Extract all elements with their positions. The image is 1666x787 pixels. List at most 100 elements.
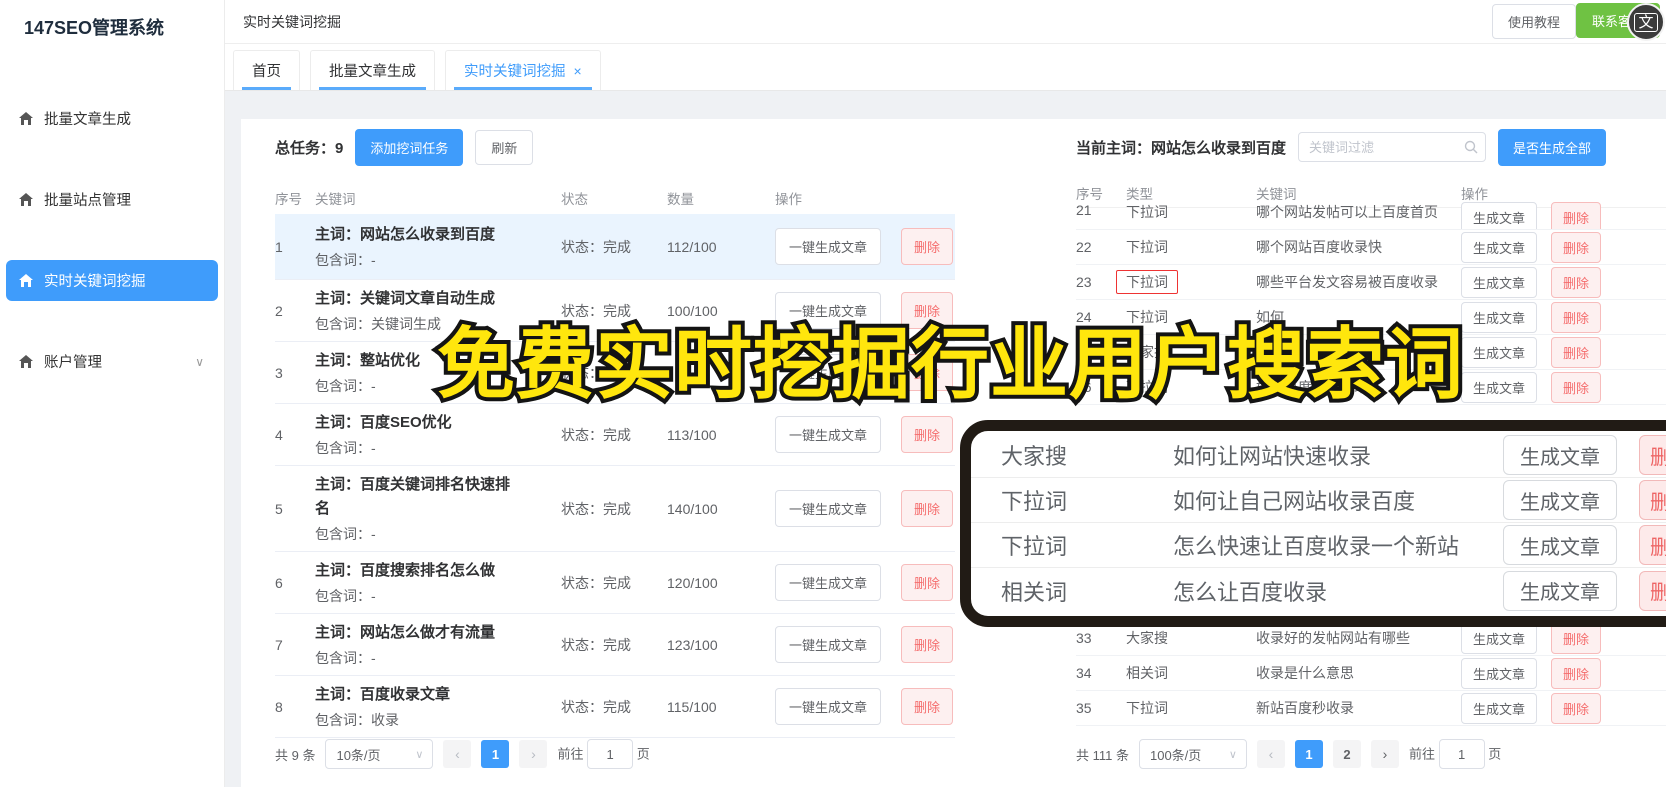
total-count-text: 共 9 条 (275, 747, 316, 763)
row-main-keyword: 主词：网站怎么收录到百度 (315, 225, 496, 243)
delete-button[interactable]: 删除 (1551, 657, 1602, 689)
generate-article-button[interactable]: 一键生成文章 (775, 416, 882, 453)
delete-button[interactable]: 删除 (901, 416, 954, 453)
delete-button[interactable]: 删除 (901, 564, 954, 601)
generate-article-button[interactable]: 生成文章 (1461, 371, 1538, 403)
generate-article-button[interactable]: 生成文章 (1503, 480, 1617, 520)
page-unit-label: 页 (1488, 746, 1502, 762)
generate-all-button[interactable]: 是否生成全部 (1498, 128, 1607, 166)
tasks-table-header: 序号 关键词 状态 数量 操作 (275, 182, 955, 214)
generate-article-button[interactable]: 一键生成文章 (775, 490, 882, 527)
page-number-1[interactable]: 1 (1294, 740, 1323, 768)
delete-button[interactable]: 删除 (1551, 692, 1602, 724)
row-keyword: 如何让网站快速收录 (1173, 444, 1372, 469)
add-task-button[interactable]: 添加挖词任务 (355, 128, 464, 166)
generate-article-button[interactable]: 一键生成文章 (775, 564, 882, 601)
delete-button[interactable]: 删除 (901, 228, 954, 265)
tasks-table-body: 1 主词：网站怎么收录到百度 包含词：- 状态：完成 112/100 一键生成文章… (275, 214, 955, 738)
table-row[interactable]: 7 主词：网站怎么做才有流量 包含词：- 状态：完成 123/100 一键生成文章… (275, 614, 955, 676)
house-icon (19, 354, 33, 368)
row-seq: 6 (275, 574, 283, 591)
generate-article-button[interactable]: 生成文章 (1461, 692, 1538, 724)
keywords-toolbar: 当前主词：网站怎么收录到百度 是否生成全部 (1076, 128, 1666, 166)
col-type: 类型 (1126, 186, 1153, 202)
close-icon[interactable]: × (574, 63, 582, 79)
delete-button[interactable]: 删除 (1551, 336, 1602, 368)
translate-widget-icon[interactable]: 文 (1627, 3, 1665, 41)
goto-group: 前往 页 (557, 739, 650, 769)
row-type: 下拉词 (1001, 534, 1068, 559)
delete-button[interactable]: 删除 (1551, 231, 1602, 263)
delete-button[interactable]: 删除 (1551, 301, 1602, 333)
table-row[interactable]: 1 主词：网站怎么收录到百度 包含词：- 状态：完成 112/100 一键生成文章… (275, 214, 955, 280)
delete-button[interactable]: 删 (1639, 480, 1666, 520)
tutorial-button[interactable]: 使用教程 (1491, 4, 1576, 39)
next-page-button[interactable]: › (519, 740, 548, 768)
keyword-filter-input[interactable] (1298, 132, 1487, 162)
delete-button[interactable]: 删除 (1551, 371, 1602, 403)
tab-batch-article[interactable]: 批量文章生成 (310, 50, 435, 90)
page-number-2[interactable]: 2 (1332, 740, 1361, 768)
sidebar-item-batch-article[interactable]: 批量文章生成 (6, 98, 218, 139)
generate-article-button[interactable]: 生成文章 (1461, 301, 1538, 333)
generate-article-button[interactable]: 一键生成文章 (775, 688, 882, 725)
sidebar-item-batch-site[interactable]: 批量站点管理 (6, 179, 218, 220)
top-header: 实时关键词挖掘 使用教程 联系客服 (225, 0, 1666, 44)
sidebar-item-label: 账户管理 (44, 355, 102, 371)
delete-button[interactable]: 删除 (901, 688, 954, 725)
prev-page-button[interactable]: ‹ (1256, 740, 1285, 768)
generate-article-button[interactable]: 生成文章 (1461, 336, 1538, 368)
row-main-keyword: 主词：百度关键词排名快速排名 (315, 476, 511, 517)
delete-button[interactable]: 删 (1639, 525, 1666, 565)
delete-button[interactable]: 删 (1639, 570, 1666, 611)
sidebar-item-realtime-keyword[interactable]: 实时关键词挖掘 (6, 260, 218, 301)
sidebar-item-label: 批量文章生成 (44, 112, 131, 128)
col-keyword: 关键词 (315, 192, 356, 207)
generate-article-button[interactable]: 生成文章 (1461, 266, 1538, 298)
callout-row: 大家搜 如何让网站快速收录 生成文章 删 (971, 433, 1666, 478)
generate-article-button[interactable]: 一键生成文章 (775, 626, 882, 663)
page-number-1[interactable]: 1 (481, 740, 510, 768)
table-row[interactable]: 6 主词：百度搜索排名怎么做 包含词：- 状态：完成 120/100 一键生成文章… (275, 552, 955, 614)
delete-button[interactable]: 删 (1639, 435, 1666, 475)
house-icon (19, 273, 33, 287)
col-actions: 操作 (775, 192, 802, 207)
row-keyword: 哪个网站百度收录快 (1256, 239, 1382, 255)
delete-button[interactable]: 删除 (1551, 202, 1602, 229)
generate-article-button[interactable]: 生成文章 (1503, 570, 1617, 611)
callout-row: 下拉词 怎么快速让百度收录一个新站 生成文章 删 (971, 523, 1666, 568)
sidebar: 147SEO管理系统 批量文章生成 批量站点管理 实时关键词挖掘 账户管理 ∨ (0, 0, 225, 787)
generate-article-button[interactable]: 生成文章 (1461, 231, 1538, 263)
generate-article-button[interactable]: 一键生成文章 (775, 228, 882, 265)
delete-button[interactable]: 删除 (1551, 266, 1602, 298)
table-row[interactable]: 8 主词：百度收录文章 包含词：收录 状态：完成 115/100 一键生成文章 删除 (275, 676, 955, 738)
delete-button[interactable]: 删除 (1551, 622, 1602, 654)
tab-realtime-keyword[interactable]: 实时关键词挖掘 × (445, 50, 601, 90)
delete-button[interactable]: 删除 (901, 626, 954, 663)
tab-home[interactable]: 首页 (233, 50, 300, 90)
refresh-button[interactable]: 刷新 (475, 129, 534, 165)
sidebar-item-account[interactable]: 账户管理 ∨ (6, 341, 218, 382)
next-page-button[interactable]: › (1370, 740, 1399, 768)
generate-article-button[interactable]: 生成文章 (1461, 657, 1538, 689)
goto-page-input[interactable] (587, 739, 634, 769)
row-main-keyword: 主词：网站怎么做才有流量 (315, 623, 496, 641)
page-size-select[interactable]: 10条/页 ∨ (325, 739, 434, 769)
delete-button[interactable]: 删除 (901, 490, 954, 527)
generate-article-button[interactable]: 生成文章 (1461, 202, 1538, 229)
row-type: 相关词 (1001, 579, 1068, 605)
page-size-select[interactable]: 100条/页 ∨ (1138, 739, 1247, 769)
table-row[interactable]: 5 主词：百度关键词排名快速排名 包含词：- 状态：完成 140/100 一键生成… (275, 466, 955, 552)
callout-row: 下拉词 如何让自己网站收录百度 生成文章 删 (971, 478, 1666, 523)
row-seq: 7 (275, 636, 283, 653)
row-type: 大家搜 (1001, 444, 1068, 469)
prev-page-button[interactable]: ‹ (443, 740, 472, 768)
generate-article-button[interactable]: 生成文章 (1461, 622, 1538, 654)
row-keyword: 收录好的发帖网站有哪些 (1256, 630, 1410, 646)
goto-label: 前往 (557, 746, 584, 762)
goto-page-input[interactable] (1438, 739, 1485, 769)
generate-article-button[interactable]: 生成文章 (1503, 525, 1617, 565)
generate-article-button[interactable]: 生成文章 (1503, 435, 1617, 475)
tab-bar: 首页 批量文章生成 实时关键词挖掘 × (225, 44, 1666, 91)
sidebar-item-label: 实时关键词挖掘 (44, 274, 146, 290)
